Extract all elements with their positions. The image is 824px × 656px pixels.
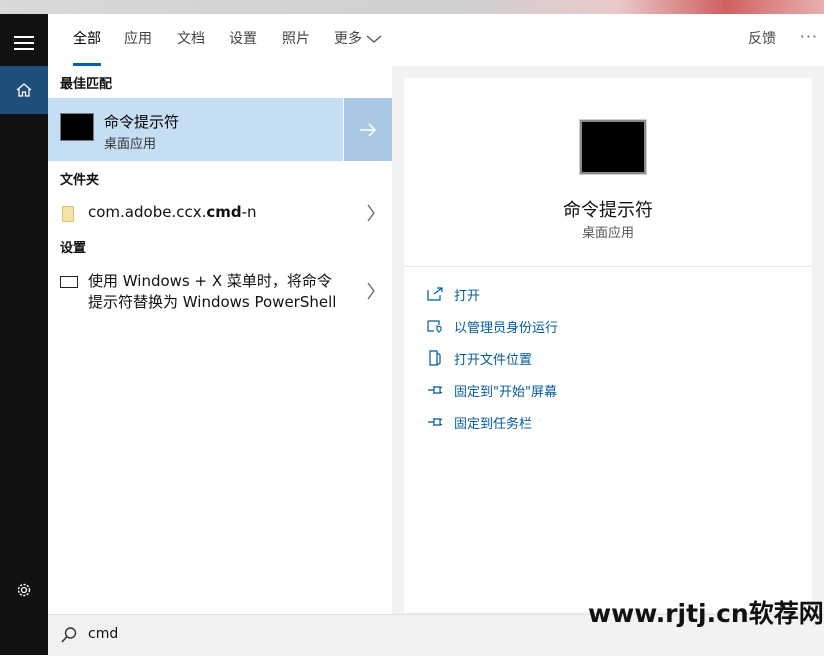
action-open-label: 打开 xyxy=(454,288,481,304)
feedback-link[interactable]: 反馈 xyxy=(748,14,776,64)
folder-result-label: com.adobe.ccx.cmd-n xyxy=(88,203,257,221)
search-header: 全部 应用 文档 设置 照片 更多 反馈 ··· xyxy=(48,14,824,67)
setting-result-line1: 使用 Windows + X 菜单时，将命令 xyxy=(88,272,332,290)
action-pin-to-start[interactable]: 固定到"开始"屏幕 xyxy=(426,380,557,400)
folder-result-item[interactable]: com.adobe.ccx.cmd-n xyxy=(48,201,392,225)
action-pin-to-taskbar-label: 固定到任务栏 xyxy=(454,416,533,432)
tab-all[interactable]: 全部 xyxy=(73,14,101,66)
search-icon xyxy=(61,627,77,643)
results-list: 最佳匹配 命令提示符 桌面应用 文件夹 com.adobe.ccx.cmd-n … xyxy=(48,66,392,614)
left-rail xyxy=(0,14,48,655)
search-input[interactable]: cmd xyxy=(88,626,118,642)
action-run-as-admin[interactable]: 以管理员身份运行 xyxy=(426,316,558,336)
pin-icon xyxy=(426,413,444,431)
section-settings: 设置 xyxy=(60,241,87,256)
best-match-item[interactable]: 命令提示符 桌面应用 xyxy=(48,98,343,161)
pin-icon xyxy=(426,381,444,399)
admin-shield-icon xyxy=(426,317,444,335)
arrow-right-icon xyxy=(360,122,377,137)
tab-settings[interactable]: 设置 xyxy=(229,14,257,64)
tab-documents[interactable]: 文档 xyxy=(177,14,205,64)
chevron-down-icon xyxy=(366,35,382,43)
action-open-file-location[interactable]: 打开文件位置 xyxy=(426,348,532,368)
tab-more[interactable]: 更多 xyxy=(334,14,383,64)
command-prompt-icon xyxy=(580,120,646,174)
preview-subtitle: 桌面应用 xyxy=(581,226,634,241)
action-run-as-admin-label: 以管理员身份运行 xyxy=(454,320,559,336)
divider xyxy=(404,266,812,267)
best-match-subtitle: 桌面应用 xyxy=(104,137,157,152)
action-pin-to-start-label: 固定到"开始"屏幕 xyxy=(454,384,557,400)
wallpaper-strip xyxy=(0,0,824,14)
setting-result-line2: 提示符替换为 Windows PowerShell xyxy=(88,293,337,311)
more-options-button[interactable]: ··· xyxy=(800,14,818,60)
tab-apps[interactable]: 应用 xyxy=(124,14,152,64)
preview-title: 命令提示符 xyxy=(563,200,653,221)
file-location-icon xyxy=(426,349,444,367)
tab-more-label: 更多 xyxy=(334,31,362,47)
section-best-match: 最佳匹配 xyxy=(60,77,113,92)
menu-icon[interactable] xyxy=(14,36,34,50)
action-pin-to-taskbar[interactable]: 固定到任务栏 xyxy=(426,412,532,432)
tab-photos[interactable]: 照片 xyxy=(282,14,310,64)
section-folders: 文件夹 xyxy=(60,173,100,188)
gear-icon xyxy=(17,583,31,597)
open-icon xyxy=(426,285,444,303)
home-button[interactable] xyxy=(0,66,48,114)
best-match-title: 命令提示符 xyxy=(104,113,180,131)
display-icon xyxy=(60,276,78,288)
chevron-right-icon xyxy=(367,204,375,222)
command-prompt-icon xyxy=(60,113,94,141)
preview-pane: 命令提示符 桌面应用 打开 以管理员身份运行 打开文件位置 固定到"开始"屏幕 xyxy=(392,66,824,614)
watermark: www.rjtj.cn软荐网 xyxy=(588,599,824,628)
action-open-file-location-label: 打开文件位置 xyxy=(454,352,533,368)
home-icon xyxy=(16,83,32,97)
setting-result-item[interactable]: 使用 Windows + X 菜单时，将命令 提示符替换为 Windows Po… xyxy=(48,269,392,313)
best-match-expand-button[interactable] xyxy=(344,98,392,161)
preview-card: 命令提示符 桌面应用 打开 以管理员身份运行 打开文件位置 固定到"开始"屏幕 xyxy=(404,78,812,612)
chevron-right-icon xyxy=(367,282,375,300)
settings-button[interactable] xyxy=(0,574,48,606)
folder-icon xyxy=(62,206,74,222)
action-open[interactable]: 打开 xyxy=(426,284,480,304)
